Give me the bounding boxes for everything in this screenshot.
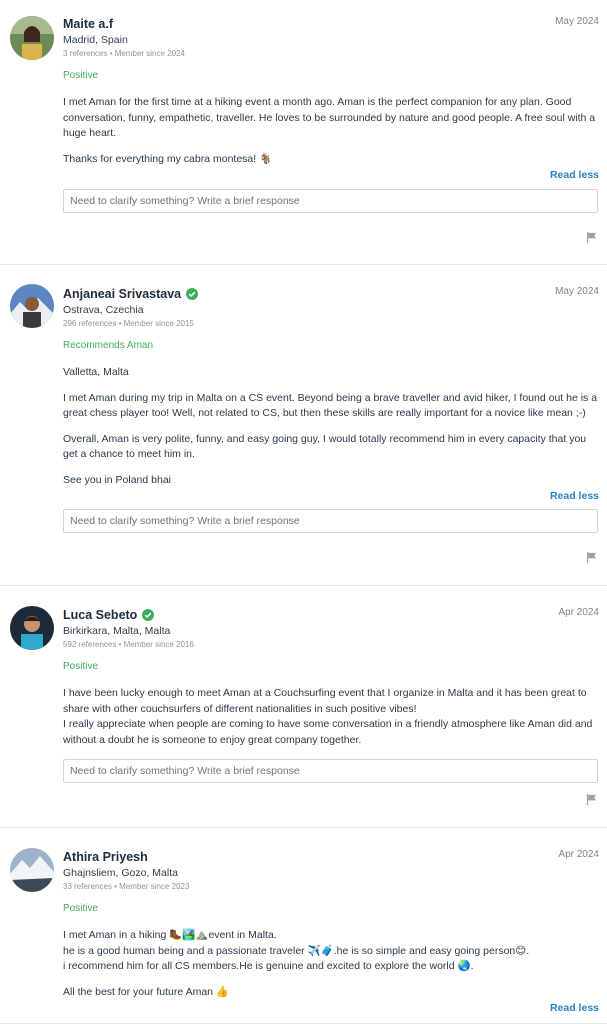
review-card: Luca Sebeto Apr 2024 Birkirkara, Malta, …: [0, 586, 607, 828]
reviewer-meta: 296 references • Member since 2015: [63, 319, 194, 328]
review-paragraph: I really appreciate when people are comi…: [63, 718, 593, 746]
reviewer-location: Madrid, Spain: [63, 34, 128, 46]
reviewer-meta: 33 references • Member since 2023: [63, 882, 190, 891]
reviewer-name[interactable]: Luca Sebeto: [63, 608, 137, 622]
review-card: Anjaneai Srivastava May 2024 Ostrava, Cz…: [0, 265, 607, 586]
review-paragraph: See you in Poland bhai: [63, 473, 171, 486]
read-less-link[interactable]: Read less: [63, 490, 599, 502]
review-paragraph: i recommend him for all CS members.He is…: [63, 960, 474, 972]
review-date: Apr 2024: [558, 607, 599, 618]
review-card: Maite a.f May 2024 Madrid, Spain 3 refer…: [0, 0, 607, 265]
flag-icon[interactable]: [586, 794, 597, 805]
review-text: I met Aman for the first time at a hikin…: [63, 95, 599, 167]
review-paragraph: I have been lucky enough to meet Aman at…: [63, 687, 587, 715]
review-status: Positive: [63, 661, 99, 672]
review-card: Athira Priyesh Apr 2024 Ghajnsliem, Gozo…: [0, 828, 607, 1024]
review-status: Positive: [63, 903, 99, 914]
review-status: Positive: [63, 70, 99, 81]
review-paragraph: Overall, Aman is very polite, funny, and…: [63, 432, 587, 461]
reviewer-name[interactable]: Maite a.f: [63, 17, 113, 31]
response-input[interactable]: [63, 189, 598, 213]
flag-icon[interactable]: [586, 552, 597, 563]
reviewer-location: Ostrava, Czechia: [63, 304, 144, 316]
verified-badge-icon: [142, 609, 155, 621]
review-text: I met Aman in a hiking 🥾🏞️⛰️event in Mal…: [63, 928, 599, 1000]
review-paragraph: he is a good human being and a passionat…: [63, 944, 530, 957]
read-less-link[interactable]: Read less: [63, 1002, 599, 1014]
reviewer-location: Birkirkara, Malta, Malta: [63, 625, 171, 637]
reviewer-location: Ghajnsliem, Gozo, Malta: [63, 867, 178, 879]
review-paragraph: Valletta, Malta: [63, 366, 129, 378]
flag-icon[interactable]: [586, 232, 597, 243]
avatar[interactable]: [10, 16, 54, 60]
avatar[interactable]: [10, 606, 54, 650]
response-input[interactable]: [63, 759, 598, 783]
response-input[interactable]: [63, 509, 598, 533]
reviewer-name[interactable]: Anjaneai Srivastava: [63, 287, 181, 301]
review-text: I have been lucky enough to meet Aman at…: [63, 686, 599, 748]
verified-badge-icon: [186, 288, 199, 300]
reviewer-name[interactable]: Athira Priyesh: [63, 850, 148, 864]
avatar[interactable]: [10, 284, 54, 328]
review-date: Apr 2024: [558, 849, 599, 860]
reviewer-meta: 592 references • Member since 2016: [63, 640, 194, 649]
review-paragraph: I met Aman in a hiking 🥾🏞️⛰️event in Mal…: [63, 929, 277, 941]
review-date: May 2024: [555, 286, 599, 297]
avatar[interactable]: [10, 848, 54, 892]
review-paragraph: I met Aman for the first time at a hikin…: [63, 96, 596, 139]
review-status: Recommends Aman: [63, 340, 154, 351]
review-paragraph: I met Aman during my trip in Malta on a …: [63, 391, 598, 420]
review-paragraph: All the best for your future Aman 👍: [63, 985, 229, 998]
review-date: May 2024: [555, 16, 599, 27]
review-text: Valletta, Malta I met Aman during my tri…: [63, 365, 599, 488]
reviewer-meta: 3 references • Member since 2024: [63, 49, 185, 58]
review-paragraph: Thanks for everything my cabra montesa! …: [63, 152, 273, 165]
read-less-link[interactable]: Read less: [63, 169, 599, 181]
